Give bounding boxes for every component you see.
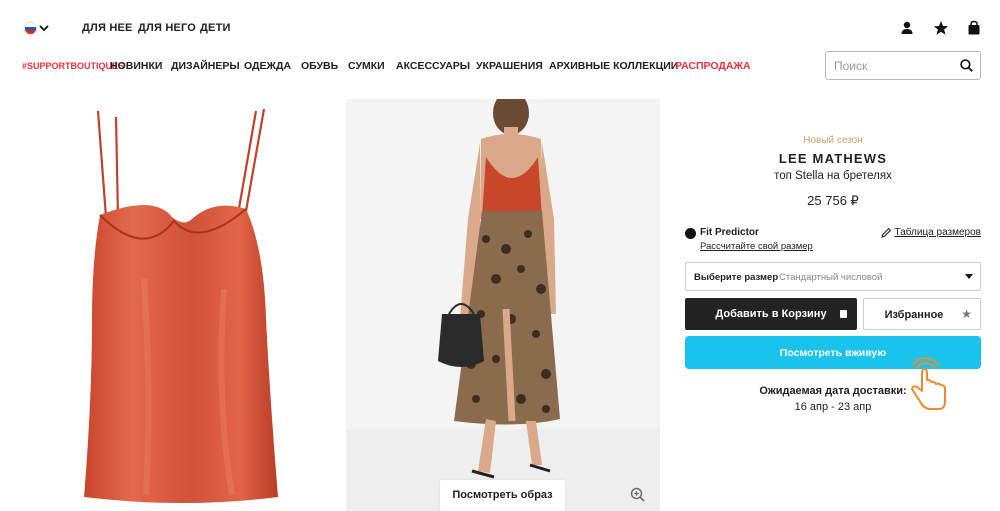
search-input[interactable] <box>827 53 955 78</box>
star-icon: ★ <box>961 307 972 321</box>
nav-item-bags[interactable]: СУМКИ <box>348 60 385 72</box>
nav-item-designers[interactable]: ДИЗАЙНЕРЫ <box>171 60 240 72</box>
brand-name[interactable]: LEE MATHEWS <box>685 151 981 166</box>
fit-predictor-icon <box>685 228 696 239</box>
favorite-label: Избранное <box>884 309 944 321</box>
nav-item-shoes[interactable]: ОБУВЬ <box>301 60 338 72</box>
size-chart-link[interactable]: Таблица размеров <box>880 227 981 238</box>
nav-item-archive[interactable]: АРХИВНЫЕ КОЛЛЕКЦИИ <box>549 60 678 72</box>
fit-predictor-title: Fit Predictor <box>700 227 759 238</box>
add-to-cart-label: Добавить в Корзину <box>715 308 827 320</box>
caret-down-icon <box>965 274 973 279</box>
favorite-button[interactable]: Избранное ★ <box>863 298 981 330</box>
bag-icon <box>840 310 847 318</box>
zoom-in-icon[interactable] <box>630 487 646 503</box>
nav-item-supportboutiques[interactable]: #SUPPORTBOUTIQUES <box>22 61 124 71</box>
nav-item-sale[interactable]: РАСПРОДАЖА <box>675 60 751 72</box>
add-to-cart-button[interactable]: Добавить в Корзину <box>685 298 857 330</box>
tap-hand-icon <box>911 357 946 410</box>
chevron-down-icon[interactable] <box>39 25 49 32</box>
model-photo[interactable]: Посмотреть образ <box>346 99 660 511</box>
view-look-button[interactable]: Посмотреть образ <box>440 480 565 511</box>
account-icon[interactable] <box>899 20 915 36</box>
star-icon[interactable] <box>933 20 949 36</box>
model-illustration <box>346 99 660 511</box>
top-bar: ДЛЯ НЕЕ ДЛЯ НЕГО ДЕТИ <box>0 0 1000 56</box>
fit-predictor: Fit Predictor Рассчитайте свой размер Та… <box>685 226 981 256</box>
nav-item-jewelry[interactable]: УКРАШЕНИЯ <box>476 60 543 72</box>
nav-item-clothing[interactable]: ОДЕЖДА <box>244 60 291 72</box>
product-price: 25 756 ₽ <box>807 193 859 208</box>
nav-item-new[interactable]: НОВИНКИ <box>110 60 162 72</box>
russia-flag-icon[interactable] <box>24 22 37 35</box>
size-select-value: Стандартный числовой <box>779 272 883 283</box>
size-select-label: Выберите размер <box>694 272 779 283</box>
tab-kids[interactable]: ДЕТИ <box>200 22 231 34</box>
tab-men[interactable]: ДЛЯ НЕГО <box>138 22 196 34</box>
search-icon[interactable] <box>960 59 973 72</box>
season-badge: Новый сезон <box>803 135 863 146</box>
product-photo-camisole[interactable] <box>34 99 330 511</box>
nav-item-accessories[interactable]: АКСЕССУАРЫ <box>396 60 470 72</box>
size-select[interactable]: Выберите размер Стандартный числовой <box>685 262 981 291</box>
calculate-size-link[interactable]: Рассчитайте свой размер <box>700 241 813 252</box>
search-box[interactable] <box>825 51 981 80</box>
pencil-icon <box>880 227 891 238</box>
shopping-bag-icon[interactable] <box>966 20 982 36</box>
size-chart-label: Таблица размеров <box>894 227 981 238</box>
product-name: топ Stella на бретелях <box>774 170 892 182</box>
tab-women[interactable]: ДЛЯ НЕЕ <box>82 22 133 34</box>
